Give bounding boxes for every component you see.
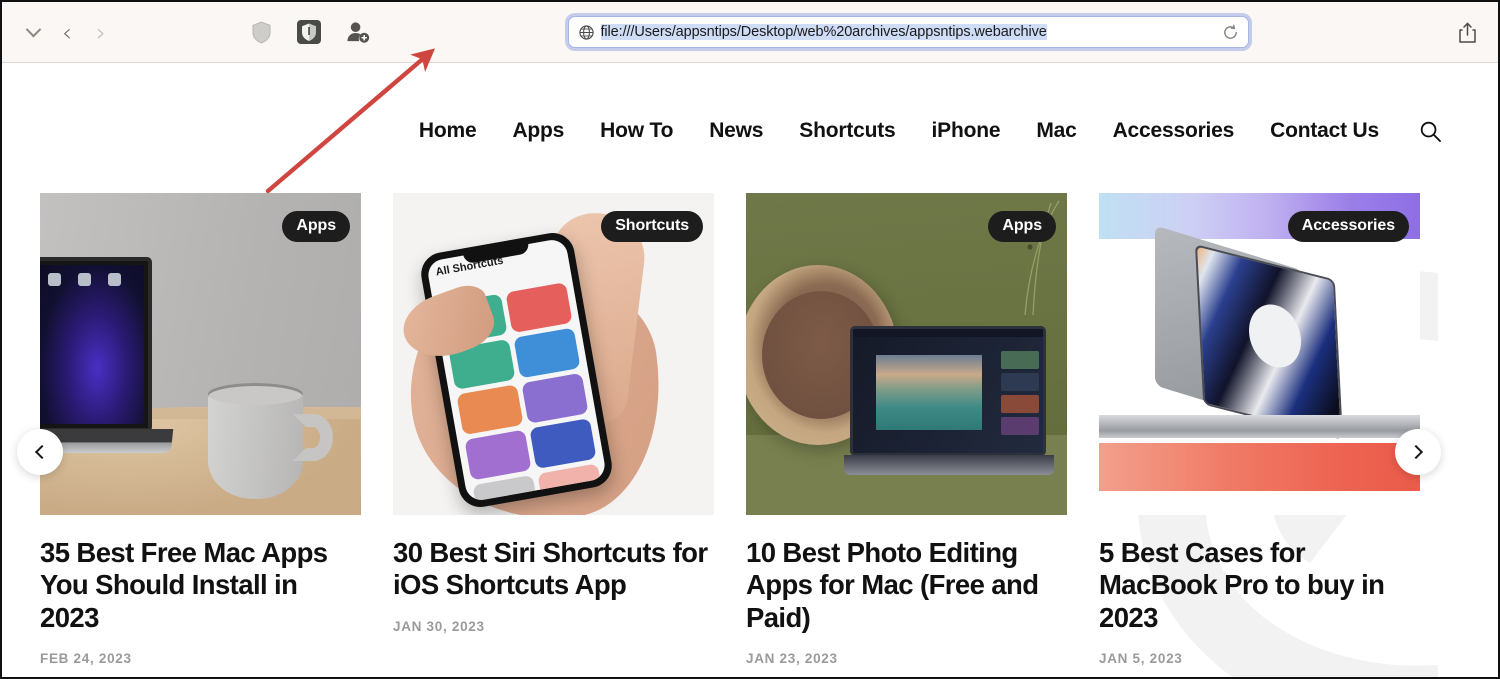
- category-badge[interactable]: Accessories: [1287, 211, 1409, 242]
- site-navigation: Home Apps How To News Shortcuts iPhone M…: [2, 63, 1498, 159]
- article-carousel: Apps 35 Best Free Mac Apps You Should In…: [2, 193, 1498, 666]
- forward-button[interactable]: ›: [84, 15, 118, 49]
- nav-item-iphone[interactable]: iPhone: [932, 119, 1001, 143]
- ublock-shield-icon: [297, 20, 321, 44]
- nav-item-contact-us[interactable]: Contact Us: [1270, 119, 1379, 143]
- browser-toolbar: ‹ › file:///Users/appsntips/Desktop/web%…: [2, 2, 1498, 63]
- sidebar-toggle-button[interactable]: [16, 15, 50, 49]
- category-badge[interactable]: Apps: [988, 211, 1056, 242]
- article-card[interactable]: Apps 10 Best Photo Editing Apps for Mac …: [746, 193, 1067, 666]
- share-icon: [1458, 22, 1476, 43]
- article-thumbnail[interactable]: Apps: [40, 193, 361, 515]
- reload-icon[interactable]: [1222, 24, 1239, 41]
- article-title[interactable]: 35 Best Free Mac Apps You Should Install…: [40, 537, 361, 634]
- carousel-next-button[interactable]: [1395, 429, 1441, 475]
- category-badge[interactable]: Shortcuts: [601, 211, 703, 242]
- chevron-left-icon: [34, 444, 50, 460]
- webpage-content: Home Apps How To News Shortcuts iPhone M…: [2, 63, 1498, 677]
- article-thumbnail[interactable]: Accessories: [1099, 193, 1420, 515]
- search-icon[interactable]: [1419, 120, 1442, 143]
- article-card[interactable]: Apps 35 Best Free Mac Apps You Should In…: [40, 193, 361, 666]
- address-bar[interactable]: file:///Users/appsntips/Desktop/web%20ar…: [567, 16, 1249, 48]
- chevron-right-icon: ›: [96, 17, 106, 47]
- article-date: JAN 5, 2023: [1099, 651, 1183, 667]
- shield-icon: [251, 21, 271, 43]
- privacy-report-button[interactable]: [244, 15, 278, 49]
- article-card[interactable]: Accessories 5 Best Cases for MacBook Pro…: [1099, 193, 1420, 666]
- profile-add-icon: [346, 22, 369, 43]
- article-title[interactable]: 10 Best Photo Editing Apps for Mac (Free…: [746, 537, 1067, 634]
- share-button[interactable]: [1450, 15, 1484, 49]
- article-title[interactable]: 5 Best Cases for MacBook Pro to buy in 2…: [1099, 537, 1420, 634]
- address-bar-container: file:///Users/appsntips/Desktop/web%20ar…: [392, 16, 1424, 48]
- nav-item-mac[interactable]: Mac: [1036, 119, 1076, 143]
- article-date: FEB 24, 2023: [40, 651, 132, 667]
- article-card[interactable]: All Shortcuts Shortcuts 30 Best Siri Sho…: [393, 193, 714, 666]
- carousel-prev-button[interactable]: [17, 429, 63, 475]
- nav-item-how-to[interactable]: How To: [600, 119, 673, 143]
- nav-item-shortcuts[interactable]: Shortcuts: [799, 119, 895, 143]
- chevron-right-icon: [1408, 444, 1424, 460]
- chevron-left-icon: ‹: [62, 17, 72, 47]
- profile-add-button[interactable]: [340, 15, 374, 49]
- browser-window: ‹ › file:///Users/appsntips/Desktop/web%…: [0, 0, 1500, 679]
- article-thumbnail[interactable]: All Shortcuts Shortcuts: [393, 193, 714, 515]
- article-date: JAN 23, 2023: [746, 651, 838, 667]
- nav-item-home[interactable]: Home: [419, 119, 477, 143]
- chevron-down-icon: [25, 21, 41, 37]
- nav-item-apps[interactable]: Apps: [512, 119, 564, 143]
- extensions-group: [244, 15, 374, 49]
- nav-item-accessories[interactable]: Accessories: [1113, 119, 1235, 143]
- category-badge[interactable]: Apps: [282, 211, 350, 242]
- ublock-origin-button[interactable]: [292, 15, 326, 49]
- article-date: JAN 30, 2023: [393, 618, 485, 634]
- globe-icon: [578, 24, 594, 40]
- nav-item-news[interactable]: News: [709, 119, 763, 143]
- back-button[interactable]: ‹: [50, 15, 84, 49]
- address-input[interactable]: file:///Users/appsntips/Desktop/web%20ar…: [600, 24, 1047, 40]
- article-thumbnail[interactable]: Apps: [746, 193, 1067, 515]
- article-title[interactable]: 30 Best Siri Shortcuts for iOS Shortcuts…: [393, 537, 714, 602]
